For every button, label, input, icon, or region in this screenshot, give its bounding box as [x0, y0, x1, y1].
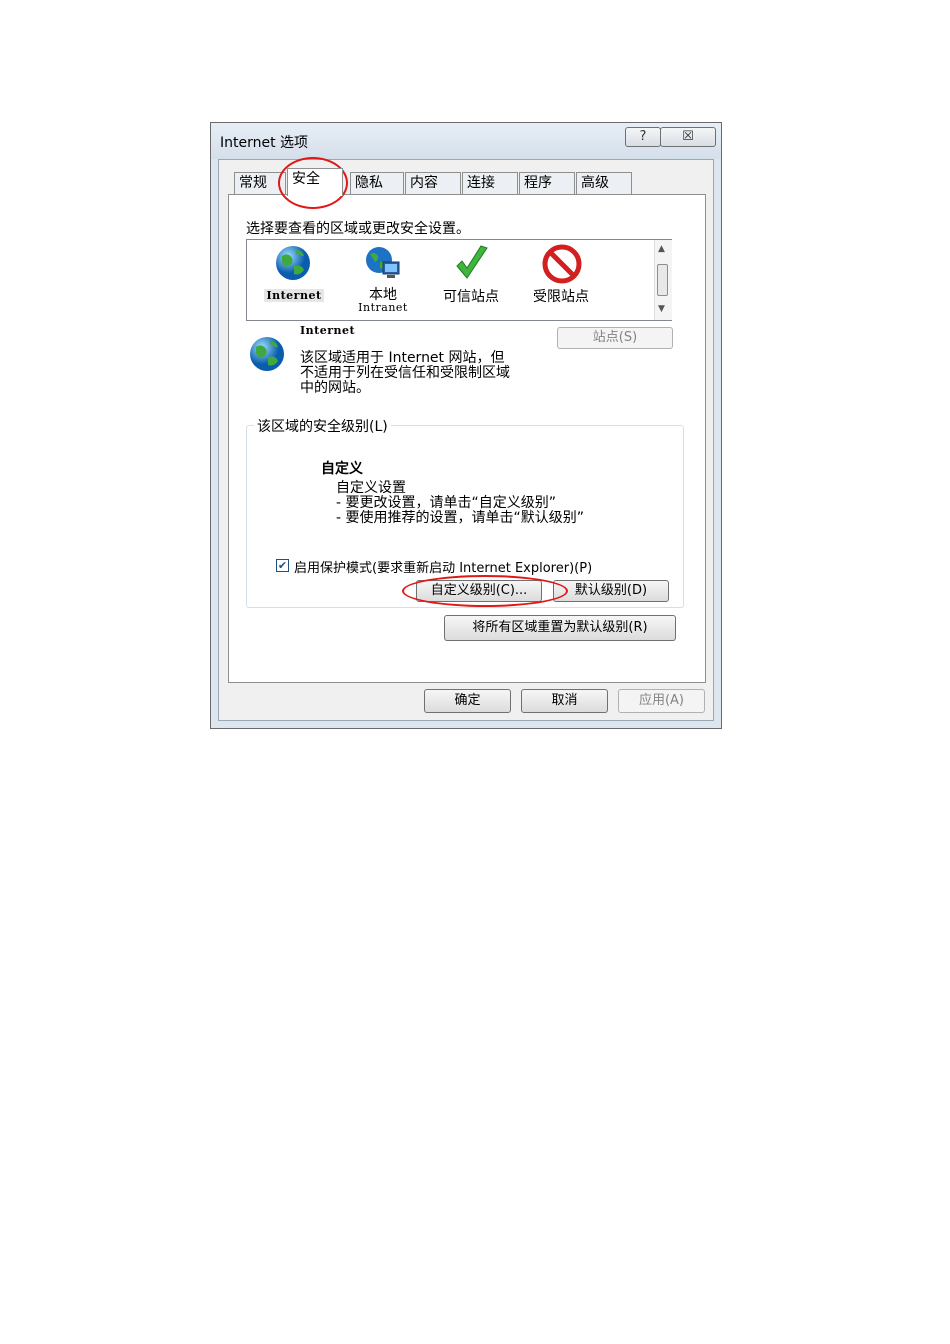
zone-description-line3: 中的网站。 [300, 380, 370, 396]
tab-advanced[interactable]: 高级 [576, 172, 632, 194]
window-title: Internet 选项 [220, 135, 309, 151]
default-level-button[interactable]: 默认级别(D) [553, 580, 669, 602]
restricted-icon [542, 244, 582, 284]
local-intranet-icon [366, 247, 400, 278]
select-zone-prompt: 选择要查看的区域或更改安全设置。 [246, 221, 470, 237]
tab-programs[interactable]: 程序 [519, 172, 575, 194]
sites-button[interactable]: 站点(S) [557, 327, 673, 349]
security-level-name: 自定义 [321, 461, 363, 477]
selected-zone-name: Internet [300, 324, 356, 337]
tab-security[interactable]: 安全 [287, 168, 343, 196]
ok-button[interactable]: 确定 [424, 689, 511, 713]
protected-mode-label[interactable]: 启用保护模式(要求重新启动 Internet Explorer)(P) [294, 557, 592, 576]
scroll-up-arrow-icon[interactable]: ▲ [658, 244, 665, 254]
custom-level-button[interactable]: 自定义级别(C)... [416, 580, 542, 602]
zone-list-scrollbar[interactable]: ▲ ▼ [654, 240, 672, 320]
security-level-group-label: 该区域的安全级别(L) [254, 416, 391, 436]
reset-all-zones-button[interactable]: 将所有区域重置为默认级别(R) [444, 615, 676, 641]
tab-privacy[interactable]: 隐私 [350, 172, 404, 194]
zone-item-trusted-sites[interactable]: 可信站点 [435, 242, 507, 305]
security-level-line3: - 要使用推荐的设置，请单击“默认级别” [336, 510, 585, 526]
tab-connections[interactable]: 连接 [462, 172, 518, 194]
apply-button[interactable]: 应用(A) [618, 689, 705, 713]
title-bar: Internet 选项 ? ☒ [211, 123, 721, 159]
zone-list[interactable]: Internet 本地 Intranet 可信站点 受限站点 ▲ ▼ [246, 239, 672, 321]
protected-mode-checkbox[interactable]: ✔ [276, 559, 289, 572]
zone-item-internet[interactable]: Internet [257, 242, 327, 304]
selected-zone-globe-icon [250, 337, 284, 371]
cancel-button[interactable]: 取消 [521, 689, 608, 713]
globe-icon [276, 246, 310, 280]
zone-item-local-intranet[interactable]: 本地 Intranet [347, 242, 419, 318]
zone-sublabel-intranet: Intranet [358, 301, 408, 314]
zone-label-internet: Internet [264, 289, 324, 302]
scroll-thumb[interactable] [657, 264, 668, 296]
tab-general[interactable]: 常规 [234, 172, 286, 194]
zone-item-restricted-sites[interactable]: 受限站点 [525, 242, 597, 305]
tab-content[interactable]: 内容 [405, 172, 461, 194]
help-button[interactable]: ? [625, 127, 661, 147]
zone-label-trusted: 可信站点 [443, 289, 499, 305]
close-button[interactable]: ☒ [660, 127, 716, 147]
scroll-down-arrow-icon[interactable]: ▼ [658, 304, 665, 314]
checkmark-icon [456, 245, 488, 279]
zone-label-restricted: 受限站点 [533, 289, 589, 305]
